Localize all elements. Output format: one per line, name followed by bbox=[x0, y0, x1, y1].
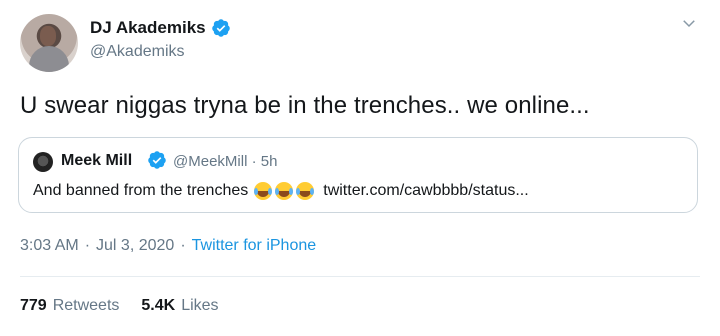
likes-label[interactable]: Likes bbox=[181, 297, 218, 315]
avatar-body bbox=[29, 46, 69, 72]
verified-badge-icon bbox=[148, 151, 166, 169]
author-handle[interactable]: @Akademiks bbox=[90, 43, 185, 61]
laughing-emoji-icon bbox=[296, 182, 315, 200]
tweet-date[interactable]: Jul 3, 2020 bbox=[96, 237, 174, 255]
likes-count[interactable]: 5.4K bbox=[141, 297, 175, 315]
emoji-group bbox=[254, 182, 317, 200]
author-display-name[interactable]: DJ Akademiks bbox=[90, 18, 206, 38]
tweet-source-link[interactable]: Twitter for iPhone bbox=[192, 237, 317, 255]
quoted-author-name: Meek Mill bbox=[61, 152, 133, 169]
verified-badge-icon bbox=[211, 19, 230, 37]
retweets-count[interactable]: 779 bbox=[20, 297, 47, 315]
quoted-author-avatar bbox=[33, 152, 53, 172]
separator: · bbox=[84, 237, 91, 254]
author-name-row: DJ Akademiks bbox=[90, 18, 231, 38]
author-avatar[interactable] bbox=[20, 14, 78, 72]
avatar-face bbox=[40, 26, 56, 46]
tweet-meta: 3:03 AM · Jul 3, 2020 · Twitter for iPho… bbox=[20, 237, 316, 255]
tweet-time[interactable]: 3:03 AM bbox=[20, 237, 79, 255]
quoted-tweet-card[interactable]: Meek Mill @MeekMill · 5h And banned from… bbox=[18, 137, 698, 213]
laughing-emoji-icon bbox=[275, 182, 294, 200]
quoted-link: twitter.com/cawbbbb/status... bbox=[323, 182, 529, 199]
quoted-text: And banned from the trenches bbox=[33, 182, 249, 199]
quoted-handle-time: @MeekMill · 5h bbox=[173, 153, 278, 170]
retweets-label[interactable]: Retweets bbox=[53, 297, 120, 315]
chevron-down-icon[interactable] bbox=[680, 14, 698, 32]
tweet-text: U swear niggas tryna be in the trenches.… bbox=[20, 92, 590, 119]
separator: · bbox=[180, 237, 186, 254]
divider bbox=[20, 276, 700, 277]
tweet-stats: 779 Retweets 5.4K Likes bbox=[20, 297, 241, 315]
laughing-emoji-icon bbox=[254, 182, 273, 200]
quoted-tweet-text: And banned from the trenches twitter.com… bbox=[33, 182, 529, 200]
